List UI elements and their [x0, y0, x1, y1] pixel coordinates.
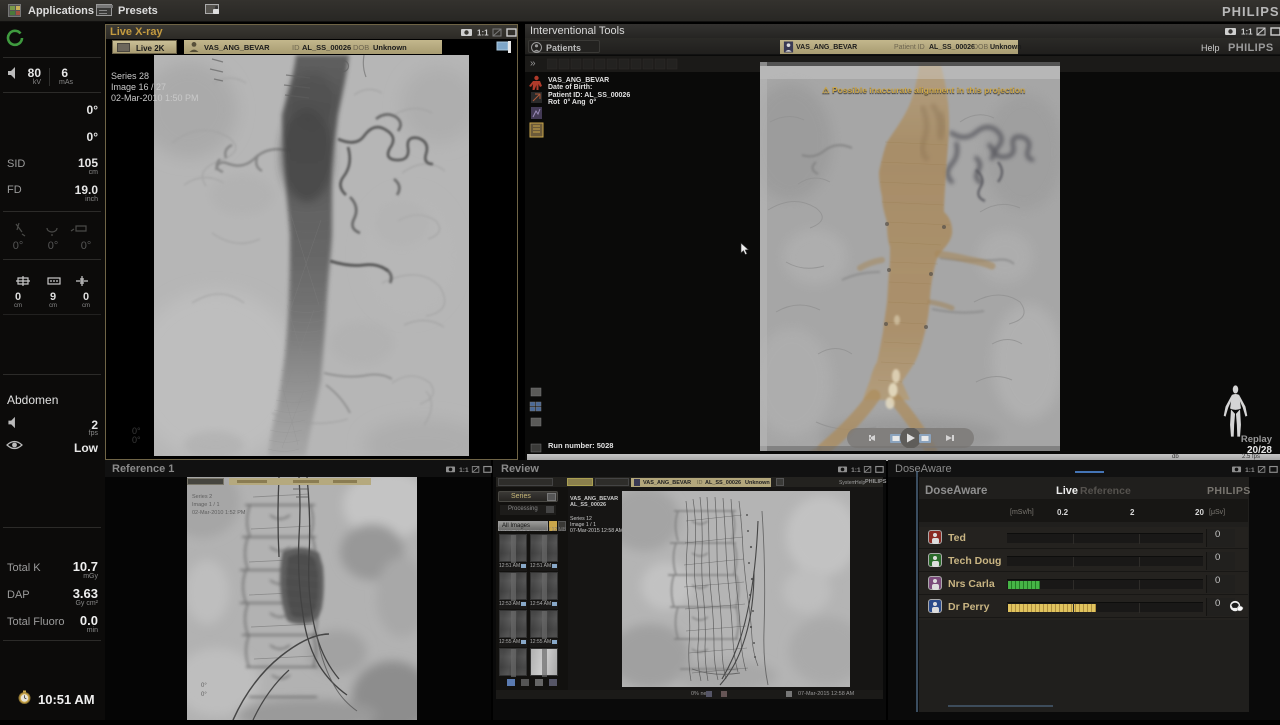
svg-text:1:1: 1:1	[851, 467, 861, 474]
svg-text:1:1: 1:1	[459, 467, 469, 474]
svg-text:Series 2: Series 2	[192, 494, 212, 500]
svg-text:0°: 0°	[201, 683, 207, 689]
svg-text:02-Mar-2010 1:52 PM: 02-Mar-2010 1:52 PM	[192, 510, 246, 516]
svg-text:1:1: 1:1	[477, 29, 489, 38]
svg-text:Image 1 / 1: Image 1 / 1	[192, 502, 220, 508]
svg-text:0°: 0°	[201, 692, 207, 698]
svg-text:1:1: 1:1	[1245, 467, 1255, 474]
svg-text:1:1: 1:1	[1241, 28, 1253, 37]
